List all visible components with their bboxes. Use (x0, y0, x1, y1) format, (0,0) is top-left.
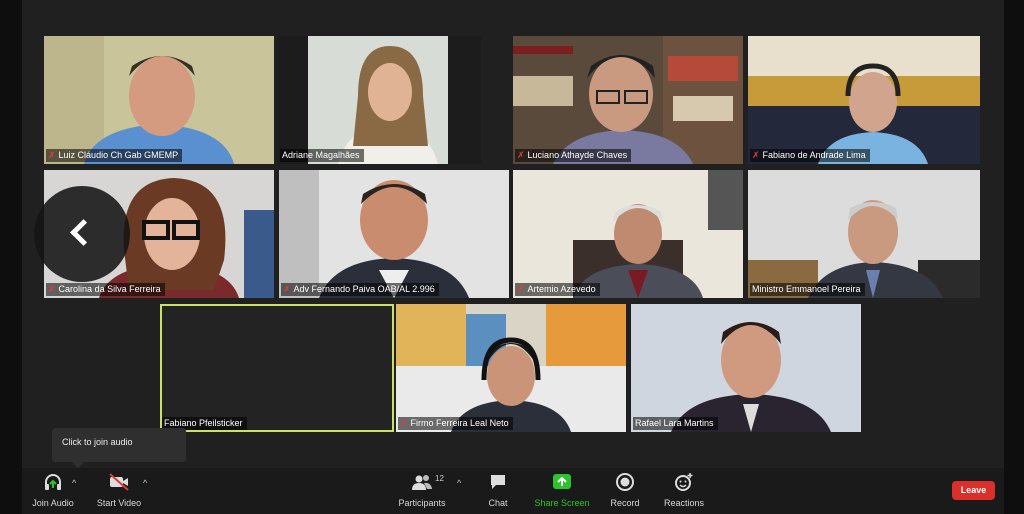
start-video-button[interactable]: Start Video (94, 472, 144, 510)
participants-options-caret[interactable]: ^ (457, 478, 461, 488)
video-tile[interactable]: ✗ Adv Fernando Paiva OAB/AL 2.996 (279, 170, 509, 298)
participant-name-label: Adriane Magalhães (280, 149, 364, 162)
join-audio-tooltip: Click to join audio (52, 428, 186, 468)
share-screen-button[interactable]: Share Screen (534, 472, 590, 510)
gallery-view: ✗ Luiz Cláudio Ch Gab GMEMP Adriane Maga… (22, 0, 1004, 468)
video-off-icon (109, 473, 129, 491)
participant-video (278, 36, 481, 164)
participant-video (748, 36, 980, 164)
video-tile[interactable]: ✗ Luciano Athayde Chaves (513, 36, 743, 164)
participant-video (44, 36, 274, 164)
chat-button[interactable]: Chat (484, 472, 512, 510)
mic-muted-icon: ✗ (48, 150, 56, 160)
participant-name-label: Ministro Emmanoel Pereira (750, 283, 865, 296)
participant-name-label: ✗ Luciano Athayde Chaves (515, 149, 632, 162)
participant-name-label: ✗ Fabiano de Andrade Lima (750, 149, 870, 162)
chevron-left-icon (70, 219, 97, 246)
window-left-edge (0, 0, 22, 514)
mic-muted-icon: ✗ (517, 284, 525, 294)
participant-name-label: ✗ Luiz Cláudio Ch Gab GMEMP (46, 149, 183, 162)
participant-name-label: ✗ Adv Fernando Paiva OAB/AL 2.996 (281, 283, 439, 296)
participant-video (748, 170, 980, 298)
mic-muted-icon: ✗ (517, 150, 525, 160)
chat-bubble-icon (491, 475, 505, 489)
video-tile[interactable]: Ministro Emmanoel Pereira (748, 170, 980, 298)
mic-muted-icon: ✗ (48, 284, 56, 294)
people-icon (412, 475, 432, 490)
record-icon (616, 473, 634, 491)
window-right-edge (1004, 0, 1024, 514)
participant-video (513, 170, 743, 298)
participant-video (279, 170, 509, 298)
video-options-caret[interactable]: ^ (143, 478, 147, 488)
share-screen-icon (553, 474, 571, 489)
participant-name-label: ✗ Artemio Azevedo (515, 283, 600, 296)
participant-video (513, 36, 743, 164)
video-tile[interactable]: ✗ Artemio Azevedo (513, 170, 743, 298)
record-button[interactable]: Record (609, 472, 641, 510)
previous-page-button[interactable] (34, 186, 130, 282)
join-audio-button[interactable]: Join Audio (30, 472, 76, 510)
mic-muted-icon: ✗ (400, 418, 408, 428)
video-tile[interactable]: Rafael Lara Martins (631, 304, 861, 432)
participant-name-label: ✗ Firmo Ferreira Leal Neto (398, 417, 513, 430)
video-tile-active-speaker[interactable]: Fabiano Pfeilsticker (160, 304, 394, 432)
emoji-icon (675, 473, 693, 491)
participant-name-label: Rafael Lara Martins (633, 417, 718, 430)
participant-video (631, 304, 861, 432)
video-tile[interactable]: ✗ Luiz Cláudio Ch Gab GMEMP (44, 36, 274, 164)
mic-muted-icon: ✗ (752, 150, 760, 160)
participant-video (396, 304, 626, 432)
audio-options-caret[interactable]: ^ (72, 478, 76, 488)
mic-muted-icon: ✗ (283, 284, 291, 294)
participant-name-label: ✗ Carolina da Silva Ferreira (46, 283, 165, 296)
participants-count-badge: 12 (435, 474, 444, 483)
headphone-icon (45, 474, 61, 490)
leave-button[interactable]: Leave (952, 481, 995, 500)
video-tile[interactable]: Adriane Magalhães (278, 36, 481, 164)
reactions-button[interactable]: Reactions (662, 472, 706, 510)
meeting-toolbar: Join Audio ^ Start Video ^ Participants … (22, 468, 1004, 514)
video-tile[interactable]: ✗ Fabiano de Andrade Lima (748, 36, 980, 164)
video-tile[interactable]: ✗ Firmo Ferreira Leal Neto (396, 304, 626, 432)
